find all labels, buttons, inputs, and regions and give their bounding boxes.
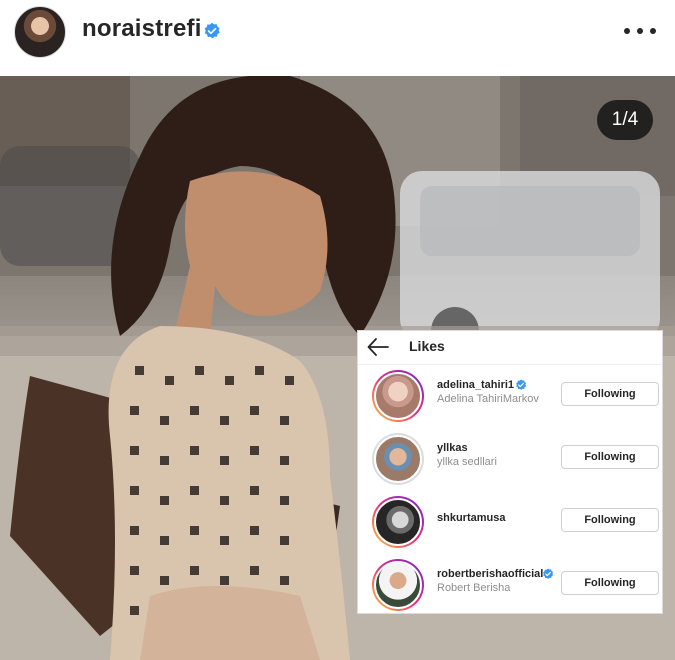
following-button[interactable]: Following [561,445,659,469]
following-button[interactable]: Following [561,508,659,532]
profile-username[interactable]: noraistrefi [82,15,202,43]
likes-header: Likes [358,331,662,365]
verified-badge-icon [516,379,527,390]
avatar[interactable] [372,370,424,422]
more-options-button[interactable] [624,22,656,40]
avatar[interactable] [372,433,424,485]
more-horizontal-icon [624,28,630,34]
list-item[interactable]: shkurtamusa Following [358,492,662,552]
full-name-label: yllka sedllari [437,456,497,468]
full-name-label: Robert Berisha [437,582,511,594]
username-label[interactable]: robertberishaofficial [437,568,543,580]
following-button[interactable]: Following [561,382,659,406]
profile-avatar[interactable] [14,6,66,58]
list-item[interactable]: robertberishaofficial Robert Berisha Fol… [358,555,662,615]
username-label[interactable]: yllkas [437,442,468,454]
username-label[interactable]: shkurtamusa [437,512,505,524]
avatar[interactable] [372,559,424,611]
avatar[interactable] [372,496,424,548]
following-button[interactable]: Following [561,571,659,595]
list-item[interactable]: adelina_tahiri1 Adelina TahiriMarkov Fol… [358,366,662,426]
list-item[interactable]: yllkas yllka sedllari Following [358,429,662,489]
likes-panel: Likes adelina_tahiri1 Adelina TahiriMark… [357,330,663,614]
full-name-label: Adelina TahiriMarkov [437,393,539,405]
verified-badge-icon [204,22,220,39]
post-header: noraistrefi [0,0,675,76]
arrow-left-icon[interactable] [367,337,389,357]
likes-title: Likes [409,338,445,354]
username-label[interactable]: adelina_tahiri1 [437,379,514,391]
carousel-counter: 1/4 [597,100,653,140]
verified-badge-icon [543,568,554,579]
